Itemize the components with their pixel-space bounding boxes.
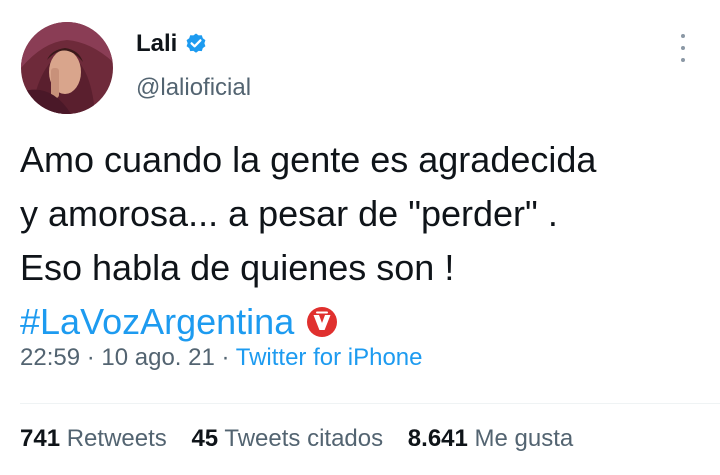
meta-separator: · — [214, 344, 236, 371]
likes-stat[interactable]: 8.641 Me gusta — [408, 425, 573, 452]
avatar-image — [21, 22, 113, 114]
retweets-label: Retweets — [66, 425, 167, 452]
tweet-source-link[interactable]: Twitter for iPhone — [236, 344, 423, 371]
author-name-row[interactable]: Lali — [136, 30, 208, 58]
tweet-text: Amo cuando la gente es agradecida y amor… — [20, 133, 700, 349]
hashtag-line: #LaVozArgentina — [20, 295, 700, 349]
divider — [20, 403, 720, 404]
author-name[interactable]: Lali — [136, 30, 177, 58]
tweet-time[interactable]: 22:59 — [20, 344, 80, 371]
likes-label: Me gusta — [474, 425, 574, 452]
tweet-text-line: Amo cuando la gente es agradecida — [20, 139, 597, 180]
hashtag-link[interactable]: #LaVozArgentina — [20, 301, 294, 342]
meta-separator: · — [80, 344, 102, 371]
quote-tweets-label: Tweets citados — [224, 425, 384, 452]
avatar[interactable] — [21, 22, 113, 114]
tweet-date[interactable]: 10 ago. 21 — [101, 344, 214, 371]
la-voz-hashflag-icon — [307, 307, 338, 337]
quote-tweets-count: 45 — [191, 425, 219, 452]
retweets-count: 741 — [20, 425, 61, 452]
author-handle[interactable]: @lalioficial — [136, 74, 251, 102]
verified-badge-icon — [186, 33, 206, 53]
tweet-metadata: 22:59 · 10 ago. 21 · Twitter for iPhone — [20, 344, 422, 372]
tweet-text-line: Eso habla de quienes son ! — [20, 247, 455, 288]
more-options-icon[interactable] — [676, 34, 690, 62]
quote-tweets-stat[interactable]: 45 Tweets citados — [191, 425, 383, 452]
likes-count: 8.641 — [407, 425, 468, 452]
retweets-stat[interactable]: 741 Retweets — [20, 425, 167, 452]
engagement-stats: 741 Retweets 45 Tweets citados 8.641 Me … — [20, 425, 591, 453]
tweet-text-line: y amorosa... a pesar de "perder" . — [20, 193, 558, 234]
